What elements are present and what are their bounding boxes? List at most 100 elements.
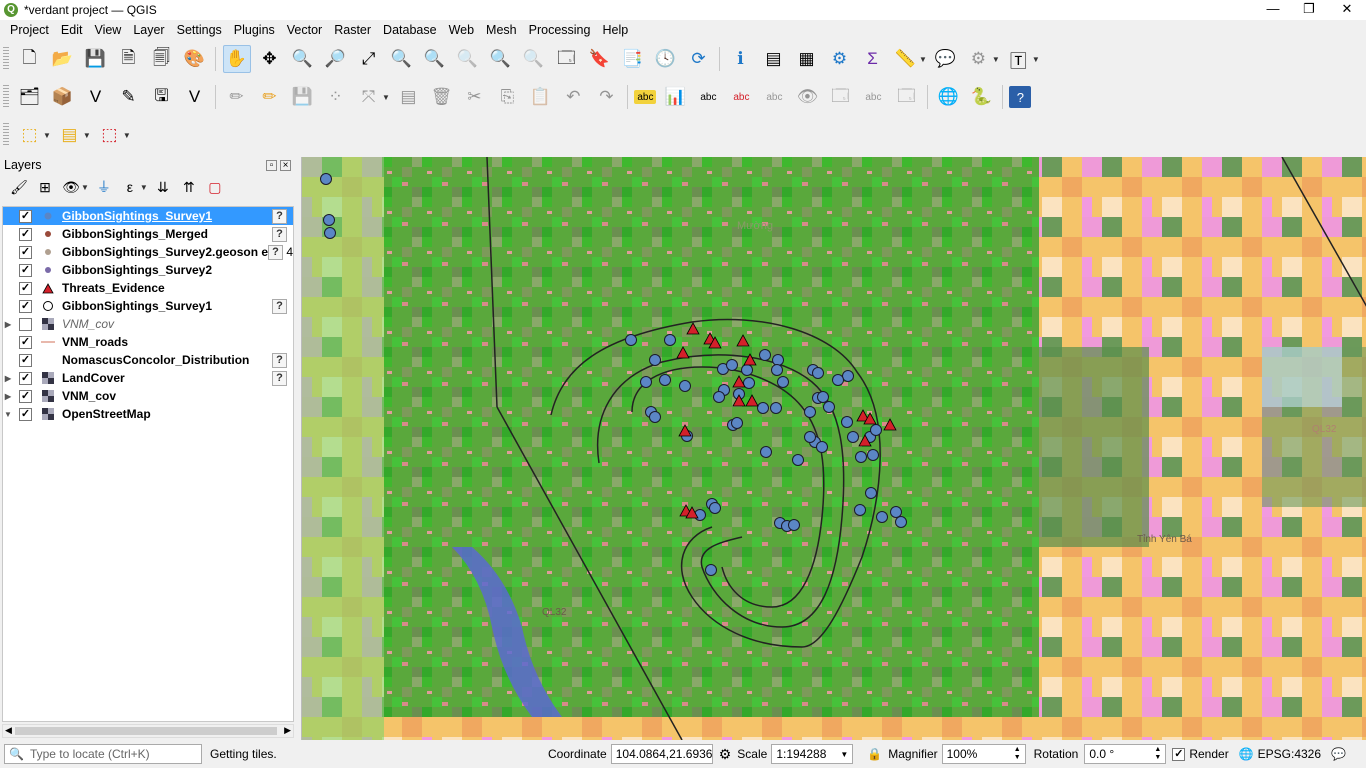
toolbar-handle[interactable] (3, 85, 9, 109)
crs-globe-icon[interactable]: 🌐 (1239, 747, 1254, 761)
layer-warning-icon[interactable]: ? (272, 208, 287, 224)
pan-map-icon[interactable]: ✋ (222, 45, 251, 73)
identify-features-icon[interactable]: ℹ (727, 45, 755, 73)
copy-features-icon[interactable]: ⎘ (493, 83, 521, 111)
layer-item[interactable]: ▼ ✓ OpenStreetMap (3, 405, 293, 423)
scroll-right-icon[interactable]: ▶ (284, 725, 291, 736)
layer-checkbox[interactable]: ✓ (19, 353, 32, 367)
new-temporary-layer-icon[interactable]: 🖫 (148, 83, 176, 111)
toggle-extents-icon[interactable]: ⚙ (719, 746, 732, 763)
layer-warning-icon[interactable]: ? (268, 244, 283, 260)
processing-toolbox-icon[interactable]: ⚙ (826, 45, 854, 73)
expand-arrow-icon[interactable]: ▶ (3, 320, 13, 329)
new-spatialite-layer-icon[interactable]: ✎ (115, 83, 143, 111)
select-features-icon[interactable]: ⬚ (16, 121, 44, 149)
text-annotation-icon[interactable]: 🅃 (1004, 45, 1032, 73)
messages-icon[interactable]: 💬 (1331, 747, 1346, 761)
map-render[interactable]: Mường QL32 Tỉnh Yên Bá QL32 (302, 157, 1366, 740)
remove-layer-icon[interactable]: ▢ (204, 176, 226, 198)
menu-raster[interactable]: Raster (328, 23, 377, 37)
new-shapefile-layer-icon[interactable]: V (82, 83, 110, 111)
zoom-full-icon[interactable]: ⤢ (355, 45, 383, 73)
unpin-label-icon[interactable]: 🗔 (892, 83, 920, 111)
layer-checkbox[interactable]: ✓ (19, 389, 32, 403)
layer-checkbox[interactable] (19, 317, 32, 331)
menu-mesh[interactable]: Mesh (480, 23, 523, 37)
menu-project[interactable]: Project (4, 23, 55, 37)
menu-help[interactable]: Help (596, 23, 634, 37)
filter-legend-icon[interactable]: ⏚ (93, 176, 115, 198)
temporal-controller-icon[interactable]: 🕓 (652, 45, 680, 73)
menu-plugins[interactable]: Plugins (228, 23, 281, 37)
select-by-value-icon[interactable]: ▤ (55, 121, 83, 149)
cut-features-icon[interactable]: ✂ (460, 83, 488, 111)
layout-manager-icon[interactable]: 🗐 (148, 45, 176, 73)
zoom-out-icon[interactable]: 🔎 (322, 45, 350, 73)
layer-checkbox[interactable]: ✓ (19, 209, 32, 223)
menu-edit[interactable]: Edit (55, 23, 89, 37)
layer-warning-icon[interactable]: ? (272, 298, 287, 314)
layer-item[interactable]: ▶ VNM_cov (3, 315, 293, 333)
rotation-spinbox[interactable]: 0.0 ° ▲ ▼ (1084, 744, 1167, 764)
crs-label[interactable]: EPSG:4326 (1258, 747, 1321, 761)
locator-search-input[interactable]: 🔍 Type to locate (Ctrl+K) (4, 744, 202, 764)
layer-item[interactable]: ✓ GibbonSightings_Survey2.geoson esp ? 4 (3, 243, 293, 261)
expand-arrow-icon[interactable]: ▶ (3, 374, 13, 383)
data-source-manager-icon[interactable]: 🗂 (16, 83, 44, 111)
layer-warning-icon[interactable]: ? (272, 352, 287, 368)
layer-checkbox[interactable]: ✓ (19, 281, 32, 295)
spin-arrows-icon[interactable]: ▲ ▼ (1154, 746, 1161, 762)
menu-processing[interactable]: Processing (523, 23, 597, 37)
quickmapservices-icon[interactable]: 🌐 (934, 83, 962, 111)
layer-item[interactable]: ▶ ✓ LandCover ? (3, 369, 293, 387)
annotation-icon[interactable]: ⚙ (964, 45, 992, 73)
scale-combo[interactable]: 1:194288 ▼ (771, 744, 854, 764)
float-panel-icon[interactable]: ▫ (266, 160, 277, 171)
new-bookmark-icon[interactable]: 🔖 (586, 45, 614, 73)
modify-attributes-icon[interactable]: ▤ (394, 83, 422, 111)
pan-to-selection-icon[interactable]: ✥ (256, 45, 284, 73)
zoom-next-icon[interactable]: 🔍 (520, 45, 548, 73)
render-checkbox[interactable]: ✓ (1172, 747, 1186, 761)
digitize-icon[interactable]: ⁘ (322, 83, 350, 111)
new-map-view-icon[interactable]: 🗔 (553, 45, 581, 73)
layer-item[interactable]: ✓ VNM_roads (3, 333, 293, 351)
toolbar-handle[interactable] (3, 47, 9, 71)
spin-arrows-icon[interactable]: ▲ ▼ (1014, 746, 1021, 762)
minimize-button[interactable]: — (1256, 0, 1290, 20)
layer-item[interactable]: ✓ GibbonSightings_Survey2 (3, 261, 293, 279)
manage-map-themes-icon[interactable]: 👁 (60, 176, 82, 198)
layer-item[interactable]: ✓ Threats_Evidence (3, 279, 293, 297)
menu-layer[interactable]: Layer (127, 23, 170, 37)
open-project-icon[interactable]: 📂 (49, 45, 77, 73)
move-label-icon[interactable]: abc (760, 83, 788, 111)
layer-item[interactable]: ✓ NomascusConcolor_Distribution ? (3, 351, 293, 369)
zoom-last-icon[interactable]: 🔍 (487, 45, 515, 73)
layer-item[interactable]: ✓ GibbonSightings_Survey1 ? (3, 297, 293, 315)
open-layer-styling-icon[interactable]: 🖌 (8, 176, 30, 198)
filter-expression-icon[interactable]: ε (119, 176, 141, 198)
label-props-icon[interactable]: abc (859, 83, 887, 111)
expand-arrow-icon[interactable]: ▶ (3, 392, 13, 401)
close-panel-icon[interactable]: × (280, 160, 291, 171)
python-console-icon[interactable]: 🐍 (967, 83, 995, 111)
new-project-icon[interactable]: 🗋 (16, 45, 44, 73)
menu-vector[interactable]: Vector (281, 23, 328, 37)
zoom-native-icon[interactable]: 🔍 (454, 45, 482, 73)
map-tips-icon[interactable]: 💬 (931, 45, 959, 73)
new-geopackage-layer-icon[interactable]: 📦 (49, 83, 77, 111)
layer-item[interactable]: ✓ GibbonSightings_Survey1 ? (3, 207, 293, 225)
layer-diagram-icon[interactable]: 📊 (661, 83, 689, 111)
layer-checkbox[interactable]: ✓ (19, 407, 32, 421)
menu-settings[interactable]: Settings (171, 23, 228, 37)
close-button[interactable]: ✕ (1330, 0, 1364, 20)
show-hide-labels-icon[interactable]: abc (727, 83, 755, 111)
new-virtual-layer-icon[interactable]: V (181, 83, 209, 111)
toggle-editing-icon[interactable]: ✏ (256, 83, 284, 111)
coordinate-field[interactable]: 104.0864,21.6936 (610, 744, 713, 764)
collapse-all-icon[interactable]: ⇈ (178, 176, 200, 198)
measure-line-icon[interactable]: 📏 (892, 45, 920, 73)
maximize-button[interactable]: ❐ (1292, 0, 1326, 20)
refresh-icon[interactable]: ⟳ (685, 45, 713, 73)
labeling-icon[interactable]: abc (634, 90, 657, 104)
